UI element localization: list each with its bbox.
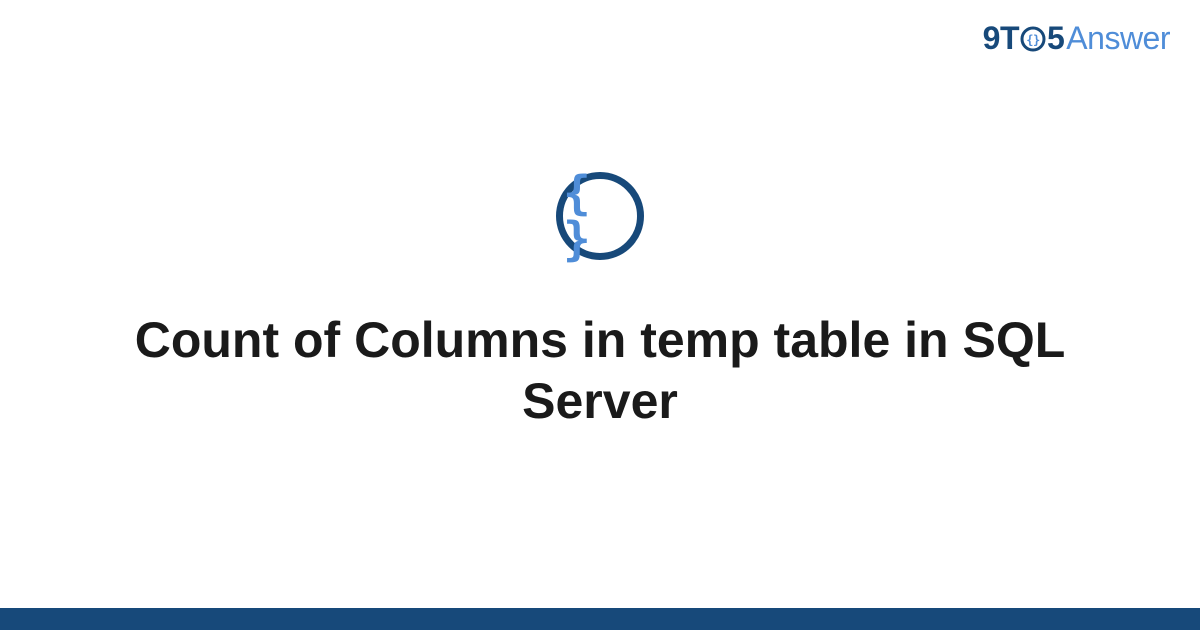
svg-text:{}: {} [1026,33,1040,47]
code-braces-icon: { } [556,172,644,260]
site-logo: 9 T {} 5 Answer [983,20,1170,57]
logo-answer: Answer [1066,20,1170,57]
logo-nine: 9 [983,20,1000,57]
logo-t: T [1000,20,1019,57]
main-content: { } Count of Columns in temp table in SQ… [0,172,1200,432]
logo-o-icon: {} [1020,26,1046,52]
page-title: Count of Columns in temp table in SQL Se… [100,310,1100,432]
footer-bar [0,608,1200,630]
logo-five: 5 [1047,20,1064,57]
braces-glyph: { } [563,170,637,262]
